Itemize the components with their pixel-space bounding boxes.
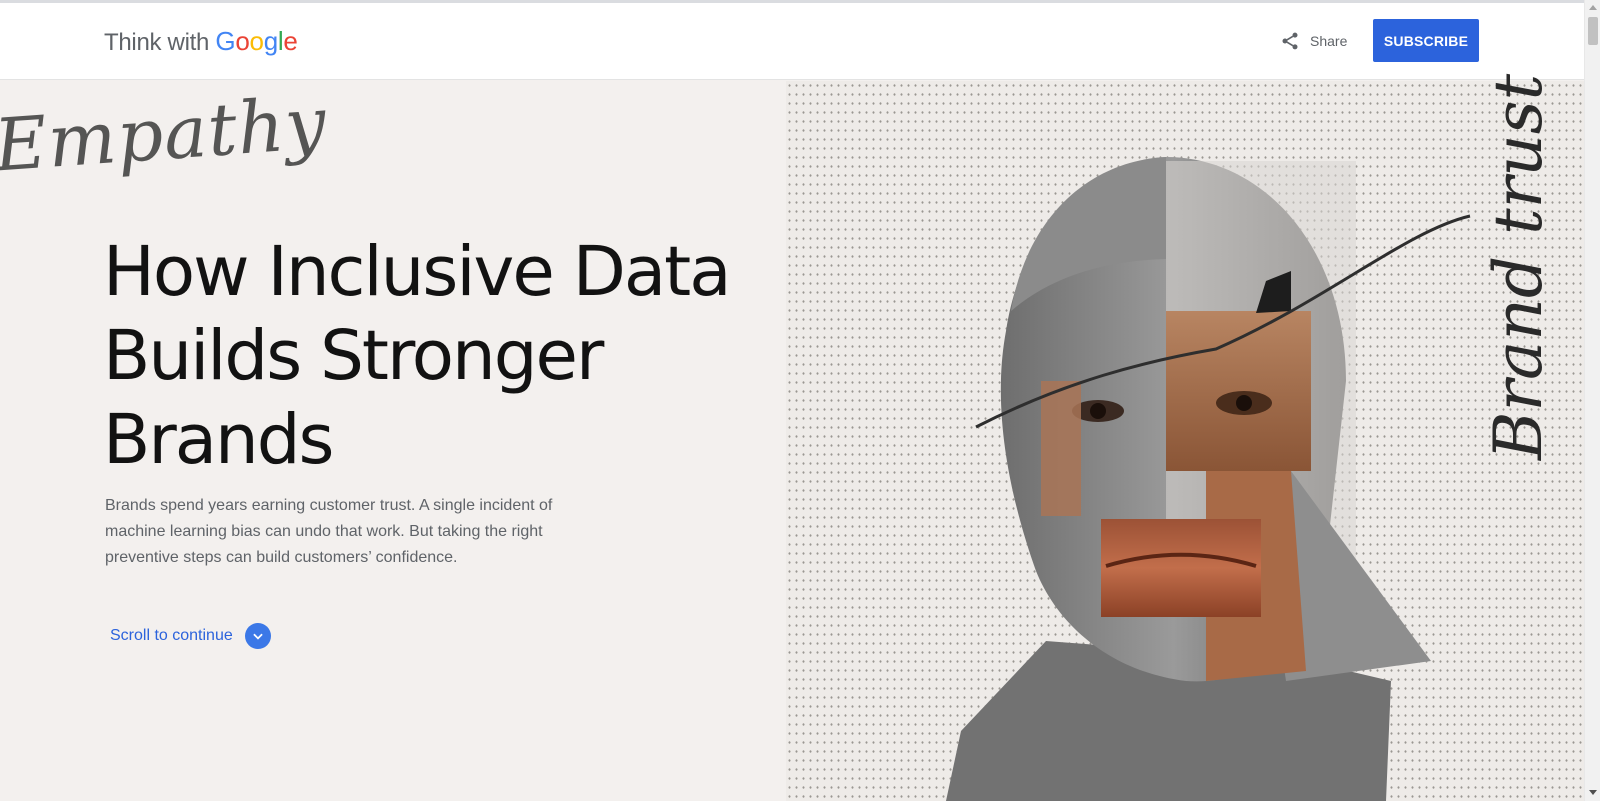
share-button[interactable]: Share <box>1280 31 1347 51</box>
scrollbar-thumb[interactable] <box>1588 17 1598 45</box>
logo-google-wordmark: Google <box>215 26 298 56</box>
think-with-google-logo[interactable]: Think with Google <box>104 26 298 57</box>
scroll-to-continue-link[interactable]: Scroll to continue <box>110 623 271 649</box>
chevron-down-icon <box>244 623 271 649</box>
script-word-empathy: Empathy <box>0 80 330 188</box>
subscribe-button[interactable]: SUBSCRIBE <box>1373 19 1479 62</box>
scroll-label: Scroll to continue <box>110 627 233 644</box>
share-label: Share <box>1310 33 1348 49</box>
logo-prefix: Think with <box>104 29 216 56</box>
page-headline: How Inclusive Data Builds Stronger Brand… <box>103 232 731 480</box>
scroll-down-arrow-icon[interactable] <box>1589 790 1597 795</box>
site-header: Think with Google Share SUBSCRIBE <box>0 3 1584 80</box>
script-word-brand-trust: Brand trust <box>1480 73 1557 460</box>
scroll-up-arrow-icon[interactable] <box>1589 5 1597 10</box>
share-icon <box>1282 32 1298 50</box>
article-subtitle: Brands spend years earning customer trus… <box>105 497 553 566</box>
face-collage-illustration <box>946 157 1471 801</box>
page-scrollbar[interactable] <box>1584 0 1600 801</box>
hero-collage-image <box>786 81 1584 801</box>
